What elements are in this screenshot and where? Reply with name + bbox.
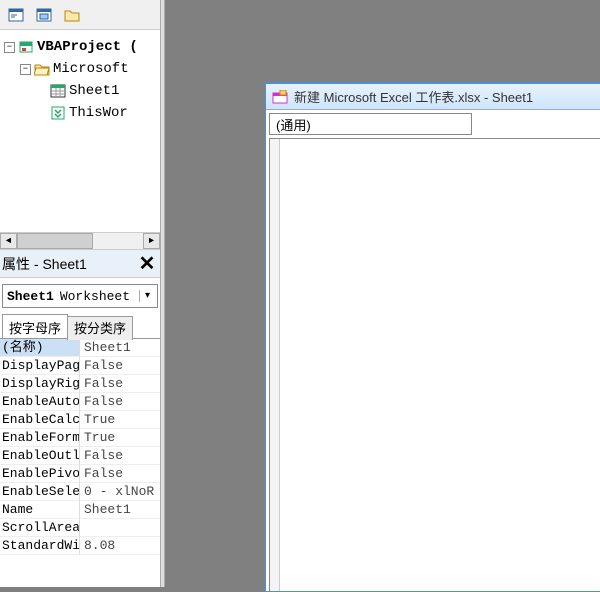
selector-object-name: Sheet1 (7, 289, 54, 304)
worksheet-icon (50, 83, 66, 99)
property-value[interactable]: True (80, 411, 160, 429)
folder-icon[interactable] (60, 4, 84, 26)
tree-folder-microsoft[interactable]: − Microsoft (2, 58, 160, 80)
tree-root-vbaproject[interactable]: − VBAProject ( (2, 36, 160, 58)
property-value[interactable]: 0 - xlNoR (80, 483, 160, 501)
view-code-icon[interactable] (4, 4, 28, 26)
property-row[interactable]: DisplayPagFalse (0, 357, 160, 375)
chevron-down-icon[interactable]: ▾ (139, 290, 155, 302)
properties-title: 属性 - Sheet1 (2, 254, 87, 274)
scroll-right-icon[interactable]: ► (143, 233, 160, 249)
tab-category-label: 按分类序 (74, 321, 126, 336)
property-name: EnableCalc (0, 411, 80, 429)
workbook-icon (50, 105, 66, 121)
code-window-titlebar[interactable]: 新建 Microsoft Excel 工作表.xlsx - Sheet1 (266, 84, 600, 110)
property-value[interactable]: False (80, 447, 160, 465)
properties-tabs: 按字母序 按分类序 (0, 314, 160, 338)
property-name: EnableSele (0, 483, 80, 501)
scroll-track[interactable] (17, 233, 143, 249)
property-name: Name (0, 501, 80, 519)
tree-sheet-label: Sheet1 (69, 80, 119, 102)
property-value[interactable]: Sheet1 (80, 501, 160, 519)
collapse-icon[interactable]: − (20, 64, 31, 75)
collapse-icon[interactable]: − (4, 42, 15, 53)
tree-item-thisworkbook[interactable]: ThisWor (2, 102, 160, 124)
property-row[interactable]: EnableAutoFalse (0, 393, 160, 411)
tree-h-scrollbar[interactable]: ◄ ► (0, 232, 160, 249)
tree-item-sheet1[interactable]: Sheet1 (2, 80, 160, 102)
close-icon[interactable]: ✕ (138, 255, 156, 273)
project-explorer[interactable]: − VBAProject ( − Microsoft Sheet1 (0, 30, 160, 250)
project-toolbar (0, 0, 160, 30)
view-object-icon[interactable] (32, 4, 56, 26)
property-row[interactable]: EnableCalcTrue (0, 411, 160, 429)
selector-object-type: Worksheet (60, 289, 130, 304)
tab-categorized[interactable]: 按分类序 (67, 316, 133, 340)
left-panel: − VBAProject ( − Microsoft Sheet1 (0, 0, 160, 587)
property-value[interactable]: False (80, 393, 160, 411)
code-object-value: (通用) (276, 115, 311, 134)
tab-alphabetic[interactable]: 按字母序 (2, 314, 68, 338)
property-value[interactable]: False (80, 357, 160, 375)
code-window-title: 新建 Microsoft Excel 工作表.xlsx - Sheet1 (294, 87, 533, 106)
code-window-icon (272, 90, 288, 104)
property-row[interactable]: NameSheet1 (0, 501, 160, 519)
property-row[interactable]: DisplayRigFalse (0, 375, 160, 393)
property-row[interactable]: EnableFormTrue (0, 429, 160, 447)
property-value[interactable]: False (80, 375, 160, 393)
tree-workbook-label: ThisWor (69, 102, 128, 124)
folder-open-icon (34, 61, 50, 77)
property-name: EnablePivo (0, 465, 80, 483)
property-value[interactable]: 8.08 (80, 537, 160, 555)
tree-folder-label: Microsoft (53, 58, 129, 80)
property-row[interactable]: EnableOutlFalse (0, 447, 160, 465)
code-margin (270, 139, 280, 591)
property-row[interactable]: StandardWi8.08 (0, 537, 160, 555)
code-window[interactable]: 新建 Microsoft Excel 工作表.xlsx - Sheet1 (通用… (265, 82, 600, 592)
mdi-area: 新建 Microsoft Excel 工作表.xlsx - Sheet1 (通用… (165, 0, 600, 587)
property-row[interactable]: EnableSele0 - xlNoR (0, 483, 160, 501)
scroll-thumb[interactable] (17, 233, 93, 249)
property-row[interactable]: (名称)Sheet1 (0, 339, 160, 357)
property-value[interactable]: Sheet1 (80, 339, 160, 357)
property-name: EnableForm (0, 429, 80, 447)
properties-object-selector[interactable]: Sheet1 Worksheet ▾ (2, 284, 158, 308)
scroll-left-icon[interactable]: ◄ (0, 233, 17, 249)
tab-alpha-label: 按字母序 (9, 321, 61, 336)
property-value[interactable]: True (80, 429, 160, 447)
property-name: ScrollArea (0, 519, 80, 537)
property-value[interactable]: False (80, 465, 160, 483)
property-name: DisplayPag (0, 357, 80, 375)
property-name: EnableOutl (0, 447, 80, 465)
code-object-dropdown[interactable]: (通用) (269, 113, 472, 135)
property-name: EnableAuto (0, 393, 80, 411)
property-name: (名称) (0, 339, 80, 357)
properties-grid[interactable]: (名称)Sheet1DisplayPagFalseDisplayRigFalse… (0, 338, 160, 555)
tree-root-label: VBAProject ( (37, 36, 138, 58)
properties-header: 属性 - Sheet1 ✕ (0, 250, 160, 278)
property-name: StandardWi (0, 537, 80, 555)
property-row[interactable]: ScrollArea (0, 519, 160, 537)
property-name: DisplayRig (0, 375, 80, 393)
vbaproject-icon (18, 39, 34, 55)
property-row[interactable]: EnablePivoFalse (0, 465, 160, 483)
code-editor[interactable] (269, 138, 600, 591)
property-value[interactable] (80, 519, 160, 537)
